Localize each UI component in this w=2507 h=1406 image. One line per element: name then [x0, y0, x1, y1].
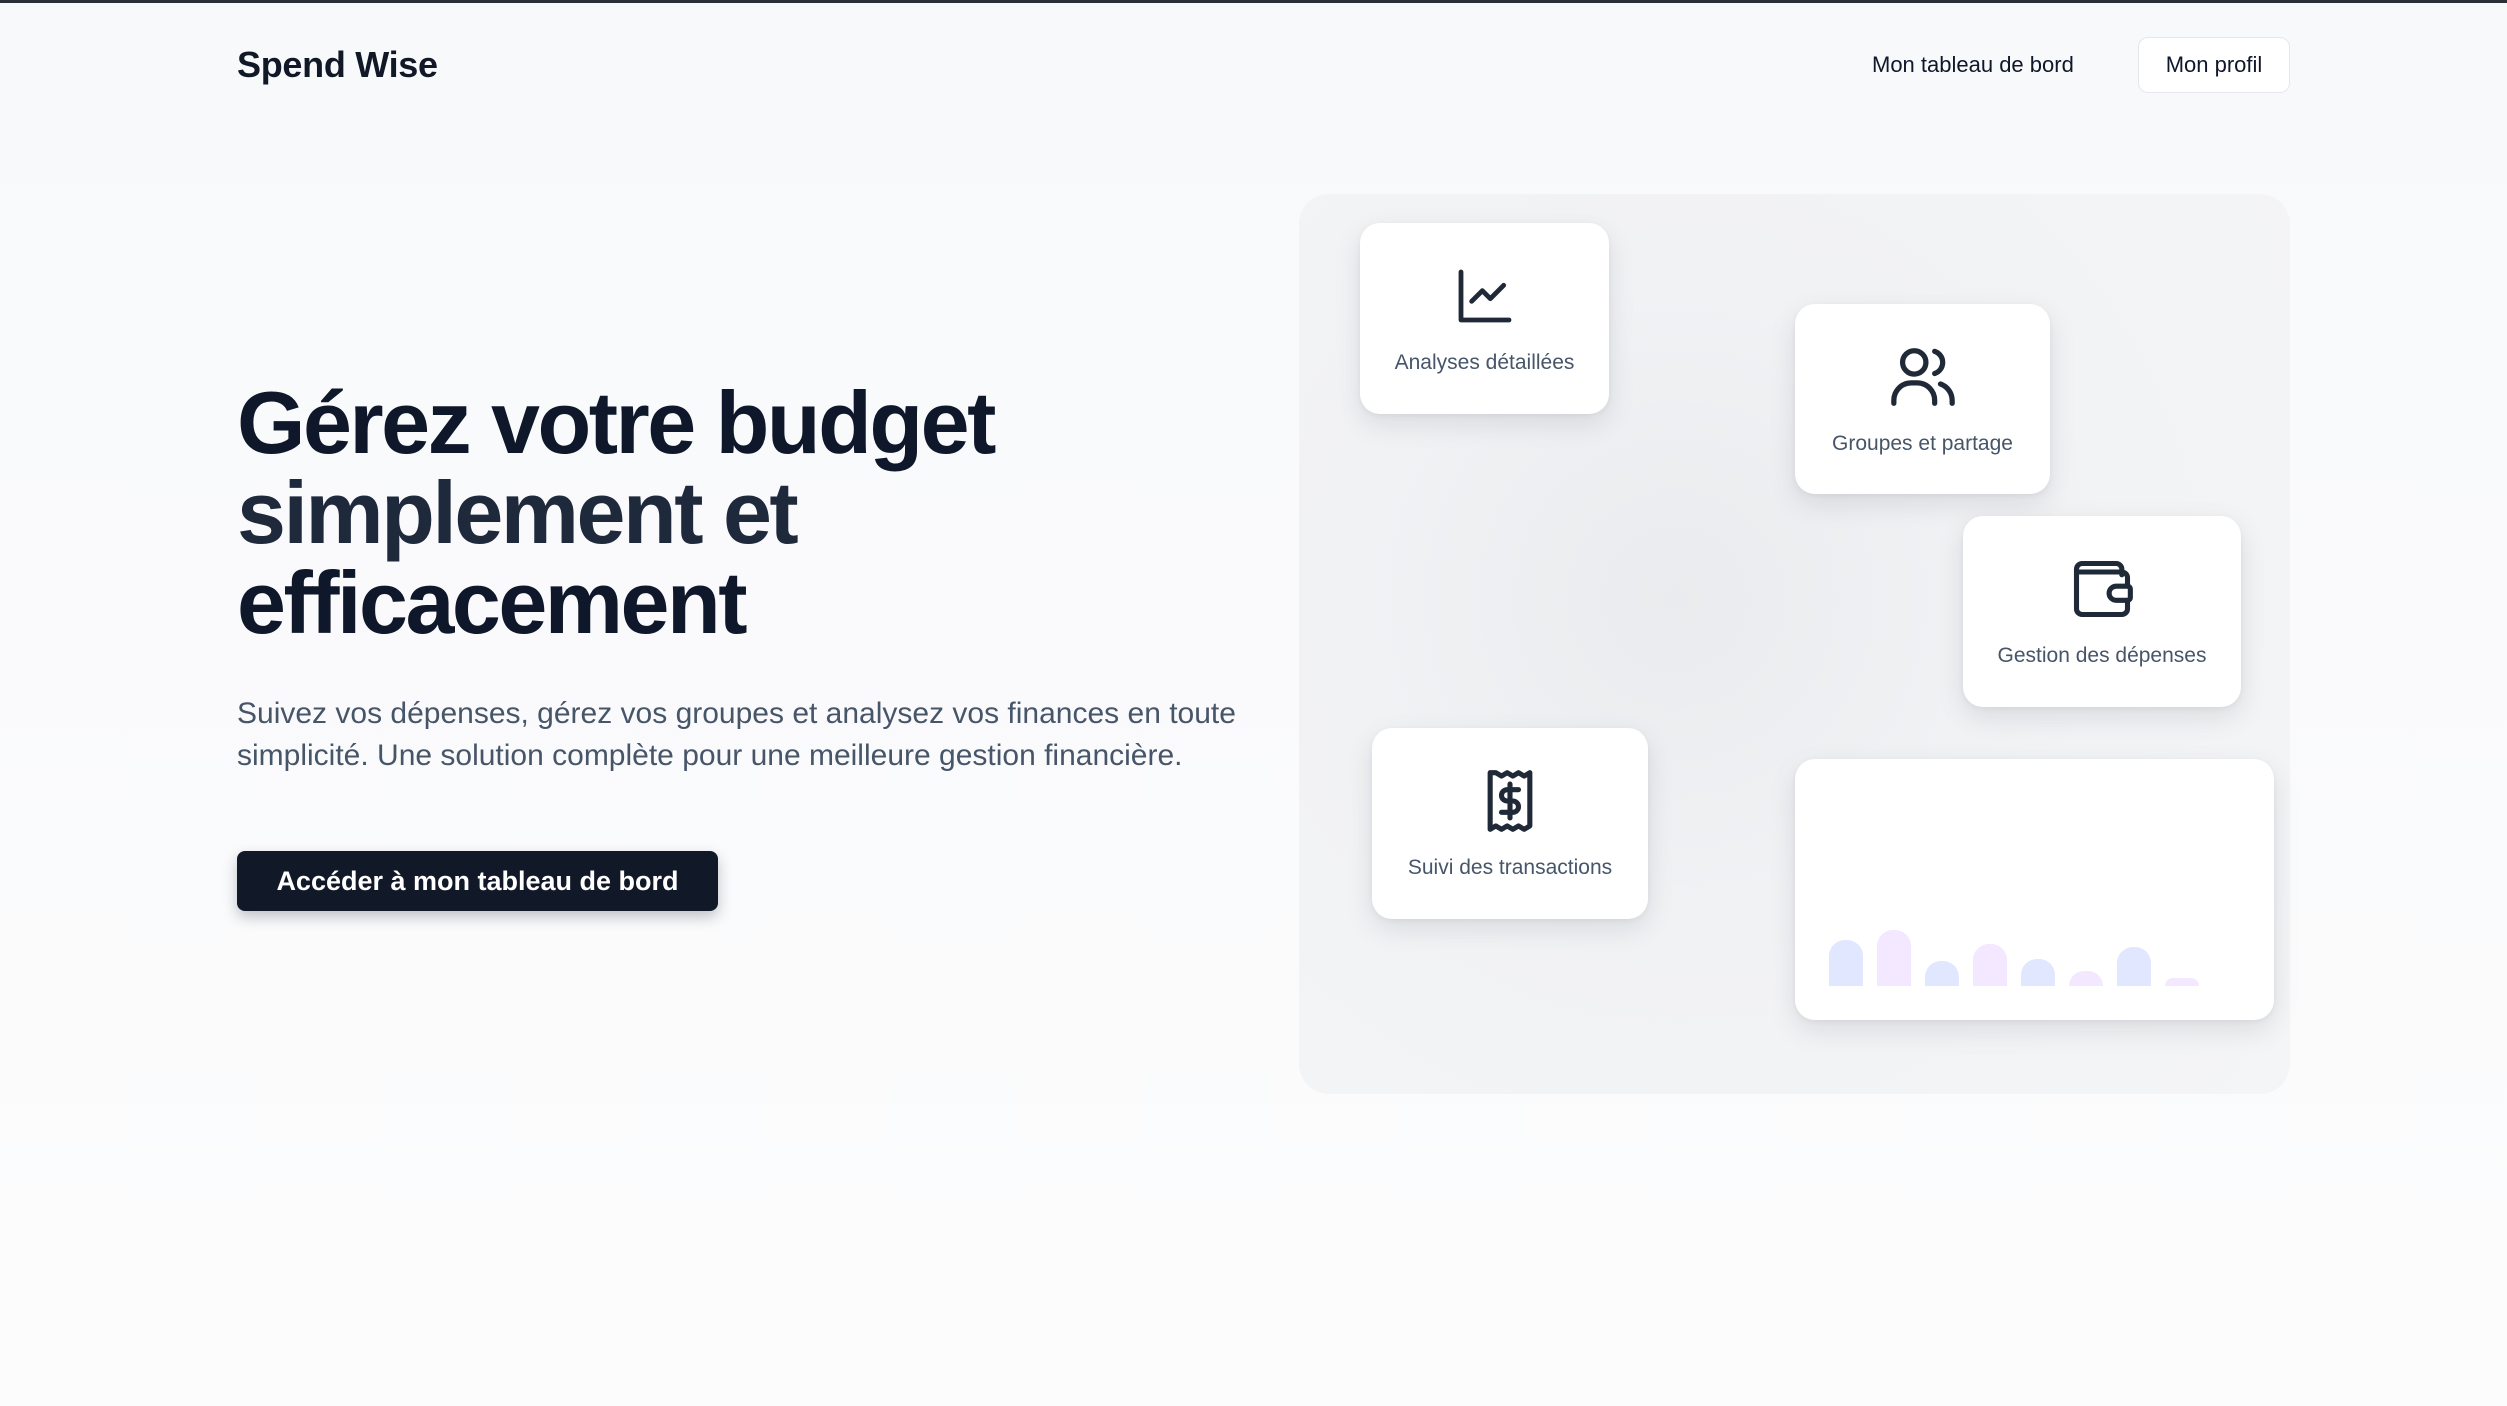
hero-subtitle-line-2: simplicité. Une solution complète pour u…	[237, 739, 1183, 772]
feature-card-transactions: Suivi des transactions	[1372, 728, 1648, 919]
preview-bar	[1925, 961, 1959, 986]
brand-logo[interactable]: Spend Wise	[237, 44, 438, 86]
users-icon	[1888, 342, 1958, 412]
hero-subtitle: Suivez vos dépenses, gérez vos groupes e…	[237, 693, 1237, 777]
hero-title: Gérez votre budget simplement et efficac…	[237, 378, 1237, 648]
receipt-dollar-icon	[1475, 766, 1545, 836]
profile-button[interactable]: Mon profil	[2138, 37, 2290, 93]
preview-bar	[2021, 959, 2055, 986]
chart-line-icon	[1450, 261, 1520, 331]
feature-card-groups: Groupes et partage	[1795, 304, 2050, 494]
wallet-icon	[2067, 554, 2137, 624]
hero-title-line-1: Gérez votre budget	[237, 373, 996, 472]
preview-bar	[2165, 978, 2199, 986]
site-header: Spend Wise Mon tableau de bord Mon profi…	[0, 0, 2507, 140]
feature-label: Gestion des dépenses	[1997, 644, 2207, 667]
feature-label: Suivi des transactions	[1407, 856, 1613, 879]
feature-card-expenses: Gestion des dépenses	[1963, 516, 2241, 707]
feature-card-analyses: Analyses détaillées	[1360, 223, 1609, 414]
preview-bar	[1973, 944, 2007, 986]
preview-bar	[1877, 930, 1911, 986]
feature-label: Analyses détaillées	[1394, 351, 1575, 374]
hero-title-line-3: efficacement	[237, 553, 748, 652]
dashboard-cta-button[interactable]: Accéder à mon tableau de bord	[237, 851, 718, 911]
hero-title-line-2: simplement et	[237, 463, 799, 562]
preview-bar	[1829, 940, 1863, 986]
chart-preview-card	[1795, 759, 2274, 1020]
preview-bar-chart	[1829, 916, 2229, 986]
nav-dashboard-link[interactable]: Mon tableau de bord	[1872, 52, 2074, 78]
preview-bar	[2117, 947, 2151, 986]
hero-subtitle-line-1: Suivez vos dépenses, gérez vos groupes e…	[237, 697, 1236, 730]
feature-label: Groupes et partage	[1832, 432, 2013, 455]
preview-bar	[2069, 971, 2103, 986]
